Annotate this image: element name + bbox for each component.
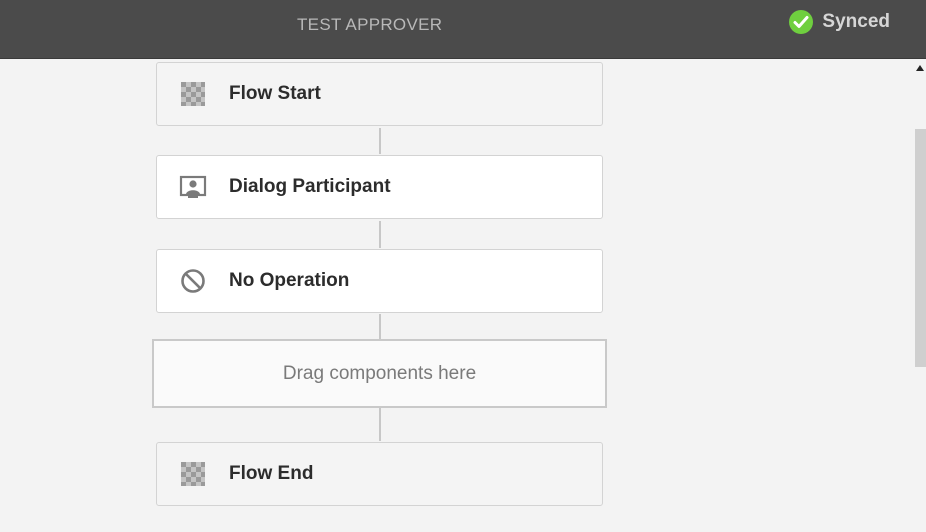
workflow-node-label: Flow Start [229,83,321,104]
connector-line [379,314,381,339]
flow-end-icon [179,460,207,488]
vertical-scrollbar[interactable] [913,59,926,532]
workflow-node-label: No Operation [229,270,350,291]
drop-zone[interactable]: Drag components here [152,339,607,408]
scrollbar-thumb[interactable] [915,129,926,367]
connector-line [379,408,381,441]
no-operation-icon [179,267,207,295]
connector-line [379,128,381,154]
flow-start-icon [179,80,207,108]
workflow-node-no-operation[interactable]: No Operation [156,249,603,313]
sync-status: Synced [788,9,890,35]
workflow-node-flow-end[interactable]: Flow End [156,442,603,506]
sync-status-label: Synced [822,11,890,32]
dialog-participant-icon [179,173,207,201]
page-title: TEST APPROVER [297,15,443,34]
top-bar: TEST APPROVER Synced [0,0,926,59]
workflow-canvas: Flow Start Dialog Participant No Operati… [0,59,913,532]
drop-zone-label: Drag components here [282,362,477,384]
scroll-up-arrow-icon[interactable] [916,65,924,71]
workflow-node-label: Flow End [229,463,314,484]
workflow-node-dialog-participant[interactable]: Dialog Participant [156,155,603,219]
workflow-node-label: Dialog Participant [229,176,391,197]
check-circle-icon [788,9,814,35]
connector-line [379,221,381,248]
workflow-node-flow-start[interactable]: Flow Start [156,62,603,126]
